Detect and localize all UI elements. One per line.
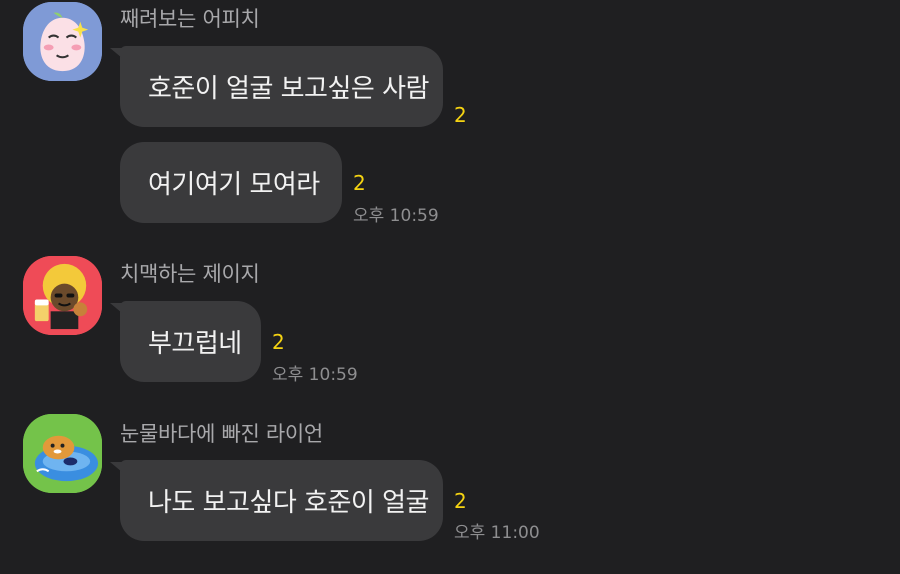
message-bubble[interactable]: 나도 보고싶다 호준이 얼굴 <box>110 460 443 541</box>
message-text: 여기여기 모여라 <box>148 170 320 200</box>
timestamp: 오후 10:59 <box>353 206 439 226</box>
timestamp: 오후 10:59 <box>272 365 358 385</box>
lion-character-floating-icon[interactable] <box>23 414 102 493</box>
unread-count: 2 <box>454 489 467 513</box>
message-bubble[interactable]: 여기여기 모여라 <box>120 142 342 223</box>
unread-count: 2 <box>454 103 467 127</box>
message-text: 부끄럽네 <box>148 329 242 359</box>
afro-character-with-beer-icon[interactable] <box>23 256 102 335</box>
peach-character-icon[interactable] <box>23 2 102 81</box>
sender-name: 눈물바다에 빠진 라이언 <box>120 422 323 446</box>
message-bubble[interactable]: 호준이 얼굴 보고싶은 사람 <box>110 46 443 127</box>
message-bubble[interactable]: 부끄럽네 <box>110 301 261 382</box>
message-text: 나도 보고싶다 호준이 얼굴 <box>148 488 429 518</box>
sender-name: 째려보는 어피치 <box>120 7 260 31</box>
message-text: 호준이 얼굴 보고싶은 사람 <box>148 74 429 104</box>
unread-count: 2 <box>353 171 366 195</box>
timestamp: 오후 11:00 <box>454 523 540 543</box>
sender-name: 치맥하는 제이지 <box>120 262 260 286</box>
unread-count: 2 <box>272 330 285 354</box>
